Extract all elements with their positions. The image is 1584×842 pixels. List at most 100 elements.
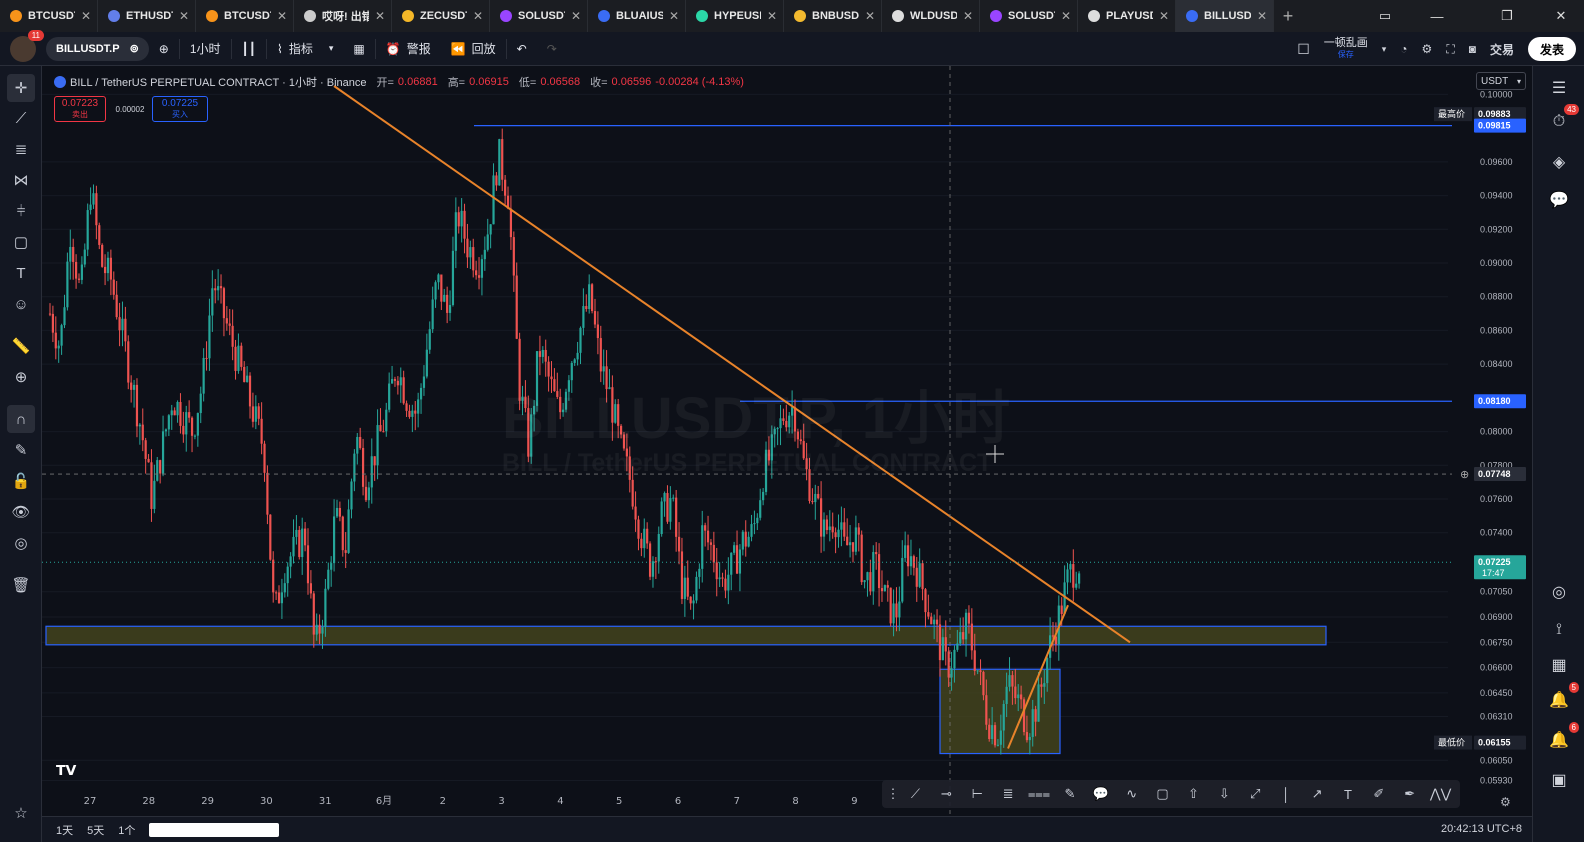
layout-checkbox-icon[interactable]: ☐ — [1297, 41, 1310, 58]
layers-icon[interactable]: ◈ — [1545, 148, 1573, 176]
browser-tab[interactable]: WLDUSDT.P ✕ — [882, 0, 980, 32]
drag-handle-icon[interactable]: ⋮ — [887, 783, 900, 805]
camera-icon[interactable]: ◙ — [1469, 42, 1476, 56]
browser-tab[interactable]: BTCUSDT.P ✕ — [196, 0, 294, 32]
compare-symbol-button[interactable]: ⊕ — [149, 32, 179, 66]
axis-settings-gear-icon[interactable]: ⚙ — [1500, 795, 1511, 809]
range-1m[interactable]: 1个 — [118, 822, 135, 838]
minimize-window-button[interactable]: — — [1414, 0, 1460, 32]
quick-search-icon[interactable]: ◔ — [1400, 42, 1407, 56]
undo-button[interactable]: ↶ — [507, 32, 537, 66]
avatar[interactable]: 11 — [10, 29, 44, 62]
fib-tool-icon[interactable]: ≣ — [7, 135, 35, 163]
symbol-search-button[interactable]: BILLUSDT.P ⊚ — [46, 36, 149, 61]
highlighter-icon[interactable]: ✐ — [1365, 783, 1392, 805]
tab-close-icon[interactable]: ✕ — [963, 9, 973, 23]
chart-area[interactable]: 0.10000 0.09600 0.09400 0.09200 0.09000 0.088… — [42, 66, 1532, 816]
vertical-line-icon[interactable]: │ — [1273, 783, 1300, 805]
text-tool-icon[interactable]: T — [7, 259, 35, 287]
publish-button[interactable]: 发表 — [1527, 37, 1576, 61]
rectangle-icon[interactable]: ▢ — [1149, 783, 1176, 805]
replay-button[interactable]: ⏪ 回放 — [441, 32, 506, 66]
arrow-icon[interactable]: ↗ — [1304, 783, 1331, 805]
browser-tab[interactable]: BILLUSDT.P ✕ — [1176, 0, 1274, 32]
calendar-icon[interactable]: ▦ — [1545, 651, 1573, 679]
zoom-in-icon[interactable]: ⊕ — [7, 363, 35, 391]
chart-type-button[interactable]: ┃┃ — [232, 32, 266, 66]
browser-tab[interactable]: BTCUSDT.P ✕ — [0, 0, 98, 32]
browser-tab[interactable]: SOLUSDT.P ✕ — [490, 0, 588, 32]
parallel-channel-icon[interactable]: ≣ — [995, 783, 1022, 805]
browser-tab[interactable]: ETHUSDT.P ✕ — [98, 0, 196, 32]
buy-button[interactable]: 0.07225 买入 — [152, 96, 208, 122]
trend-line-tool-icon[interactable]: ⟋ — [7, 104, 35, 132]
browser-tab[interactable]: SOLUSDT.P ✕ — [980, 0, 1078, 32]
emoji-tool-icon[interactable]: ☺ — [7, 290, 35, 318]
tab-close-icon[interactable]: ✕ — [179, 9, 189, 23]
redo-button[interactable]: ↷ — [537, 32, 567, 66]
tab-close-icon[interactable]: ✕ — [767, 9, 777, 23]
bell-icon[interactable]: 🔔 5 — [1545, 682, 1579, 714]
shape-tool-icon[interactable]: ▢ — [7, 228, 35, 256]
add-alert-icon[interactable]: ⊕ — [1460, 469, 1469, 481]
object-tree-icon[interactable]: ◎ — [7, 529, 35, 557]
bell-alert-icon[interactable]: 🔔 6 — [1545, 722, 1579, 754]
tab-close-icon[interactable]: ✕ — [669, 9, 679, 23]
interval-button[interactable]: 1小时 — [180, 32, 231, 66]
help-icon[interactable]: ▣ — [1545, 766, 1573, 794]
signal-icon[interactable]: ⟟ — [1545, 616, 1573, 644]
arrow-down-icon[interactable]: ⇩ — [1211, 783, 1238, 805]
tab-close-icon[interactable]: ✕ — [81, 9, 91, 23]
pen-icon[interactable]: ✒ — [1396, 783, 1423, 805]
compass-icon[interactable]: ◎ — [1545, 578, 1573, 606]
range-5d[interactable]: 5天 — [87, 822, 104, 838]
brush-icon[interactable]: ✎ — [1056, 783, 1083, 805]
currency-select[interactable]: USDT ▾ — [1476, 72, 1526, 90]
star-icon[interactable]: ☆ — [7, 799, 35, 827]
path-icon[interactable]: ∿ — [1118, 783, 1145, 805]
magnet-icon[interactable]: ∩ — [7, 405, 35, 433]
horizontal-line-icon[interactable]: ⊢ — [964, 783, 991, 805]
tab-close-icon[interactable]: ✕ — [473, 9, 483, 23]
ray-icon[interactable]: ⤢ — [1242, 783, 1269, 805]
support-zone[interactable] — [45, 625, 1327, 646]
tab-close-icon[interactable]: ✕ — [1257, 9, 1267, 23]
tab-close-icon[interactable]: ✕ — [865, 9, 875, 23]
alerts-clock-icon[interactable]: ⏱ 43 — [1545, 104, 1579, 136]
tradingview-logo[interactable]: 𝗧𝗩 — [56, 762, 76, 779]
maximize-window-button[interactable]: ❐ — [1484, 0, 1530, 32]
tab-close-icon[interactable]: ✕ — [1061, 9, 1071, 23]
watchlist-icon[interactable]: ☰ — [1545, 74, 1573, 102]
fib-retracement-icon[interactable]: ⩶ — [1026, 783, 1053, 805]
trend-line-icon[interactable]: ⟋ — [902, 783, 929, 805]
new-tab-button[interactable]: + — [1274, 6, 1302, 27]
eye-icon[interactable]: 👁 — [7, 498, 35, 526]
lock-pencil-icon[interactable]: ✎ — [7, 436, 35, 464]
sell-button[interactable]: 0.07223 卖出 — [54, 96, 106, 122]
settings-gear-icon[interactable]: ⚙ — [1422, 42, 1433, 56]
text-icon[interactable]: T — [1334, 783, 1361, 805]
browser-tab[interactable]: PLAYUSDT. ✕ — [1078, 0, 1176, 32]
cast-icon[interactable]: ▭ — [1362, 0, 1408, 32]
close-window-button[interactable]: ✕ — [1538, 0, 1584, 32]
pattern-tool-icon[interactable]: ⋈ — [7, 166, 35, 194]
browser-tab[interactable]: BLUAIUSDT ✕ — [588, 0, 686, 32]
tab-close-icon[interactable]: ✕ — [1159, 9, 1169, 23]
browser-tab[interactable]: HYPEUSDT. ✕ — [686, 0, 784, 32]
fullscreen-icon[interactable]: ⛶ — [1446, 42, 1454, 57]
browser-tab[interactable]: ZECUSDT.P ✕ — [392, 0, 490, 32]
lock-icon[interactable]: 🔓 — [7, 467, 35, 495]
chat-icon[interactable]: 💬 — [1545, 186, 1573, 214]
browser-tab[interactable]: BNBUSDT.P ✕ — [784, 0, 882, 32]
trade-button[interactable]: 交易 — [1490, 41, 1514, 58]
trash-icon[interactable]: 🗑 — [7, 571, 35, 599]
tab-close-icon[interactable]: ✕ — [375, 9, 385, 23]
forecast-tool-icon[interactable]: ⫩ — [7, 197, 35, 225]
templates-button[interactable]: ▦ — [343, 32, 374, 66]
horizontal-ray-icon[interactable]: ⊸ — [933, 783, 960, 805]
crosshair-tool-icon[interactable]: ✛ — [7, 74, 35, 102]
arrow-up-icon[interactable]: ⇧ — [1180, 783, 1207, 805]
legend-title[interactable]: BILL / TetherUS PERPETUAL CONTRACT · 1小时… — [70, 74, 366, 90]
range-1d[interactable]: 1天 — [56, 822, 73, 838]
callout-icon[interactable]: 💬 — [1087, 783, 1114, 805]
